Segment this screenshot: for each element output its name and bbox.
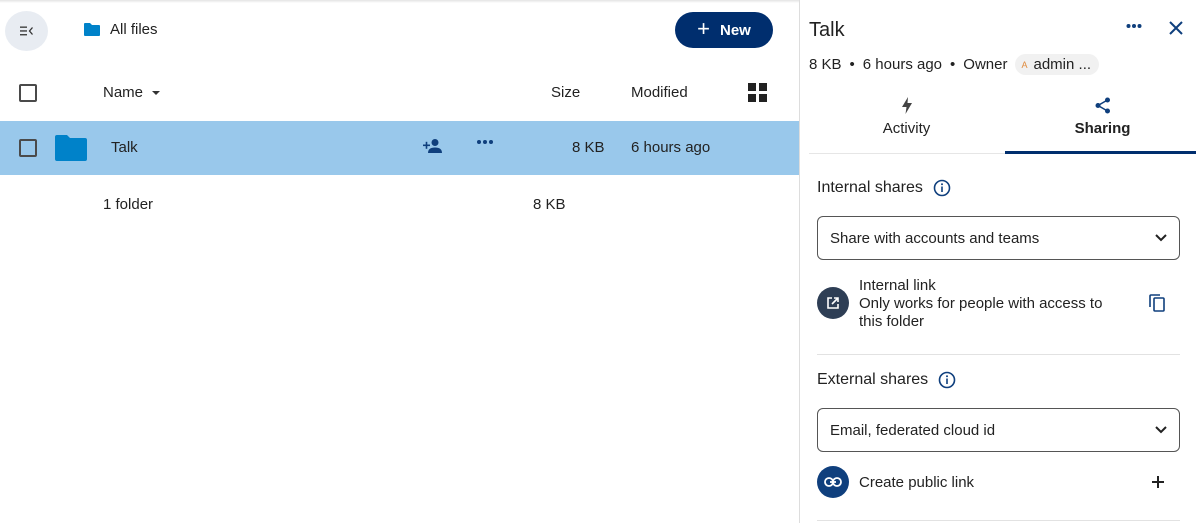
summary-count: 1 folder — [103, 196, 154, 213]
table-row[interactable]: Talk 8 KB 6 hours ago — [0, 121, 799, 175]
create-public-link-item[interactable]: Create public link — [817, 466, 974, 498]
meta-separator: • — [849, 56, 855, 73]
sidebar-meta: 8 KB • 6 hours ago • Owner A admin ... — [809, 54, 1100, 75]
meta-owner-label: Owner — [963, 56, 1008, 73]
tab-sharing-label: Sharing — [1074, 120, 1131, 137]
info-icon[interactable] — [938, 371, 956, 389]
tab-activity[interactable]: Activity — [809, 94, 1004, 154]
external-share-placeholder: Email, federated cloud id — [830, 421, 996, 439]
folder-icon — [84, 23, 100, 36]
external-shares-heading: External shares — [817, 371, 956, 389]
avatar: A — [1021, 59, 1028, 70]
file-size: 8 KB — [572, 139, 605, 156]
select-all-checkbox[interactable] — [19, 84, 37, 102]
section-divider — [817, 354, 1180, 355]
sort-descending-icon — [152, 90, 161, 95]
grid-view-icon[interactable] — [748, 83, 767, 102]
section-divider — [817, 520, 1180, 521]
column-header-name-label: Name — [103, 84, 144, 101]
folder-icon — [55, 135, 87, 161]
menu-collapse-icon — [19, 26, 33, 36]
internal-link-description: Only works for people with access to thi… — [859, 295, 1103, 330]
plus-icon[interactable] — [1151, 475, 1165, 489]
external-shares-title: External shares — [817, 371, 929, 388]
tab-activity-label: Activity — [882, 120, 931, 137]
owner-chip[interactable]: A admin ... — [1015, 54, 1100, 75]
internal-link-title: Internal link — [859, 277, 936, 294]
internal-shares-title: Internal shares — [817, 179, 923, 196]
column-header-size[interactable]: Size — [551, 84, 580, 101]
row-checkbox[interactable] — [19, 139, 37, 157]
owner-name: admin ... — [1033, 56, 1092, 73]
external-share-input[interactable]: Email, federated cloud id — [817, 408, 1180, 452]
breadcrumb[interactable]: All files — [83, 21, 158, 38]
column-header-modified[interactable]: Modified — [631, 84, 688, 101]
chevron-down-icon — [1155, 426, 1167, 434]
breadcrumb-label: All files — [110, 21, 158, 38]
info-icon[interactable] — [933, 179, 951, 197]
table-header: Name Size Modified — [0, 70, 799, 116]
share-user-icon[interactable] — [423, 138, 444, 154]
details-sidebar: Talk 8 KB • 6 hours ago • Owner A admin … — [799, 0, 1196, 523]
internal-link-item: Internal link Only works for people with… — [817, 277, 1129, 331]
meta-size: 8 KB — [809, 56, 842, 73]
internal-share-placeholder: Share with accounts and teams — [830, 229, 1040, 247]
file-name[interactable]: Talk — [111, 139, 138, 156]
sidebar-title: Talk — [809, 19, 845, 41]
internal-link-text: Internal link Only works for people with… — [859, 277, 1129, 331]
column-header-name[interactable]: Name — [103, 84, 161, 101]
close-icon[interactable] — [1169, 21, 1183, 35]
meta-separator: • — [950, 56, 956, 73]
meta-time: 6 hours ago — [862, 56, 943, 73]
link-icon — [817, 466, 849, 498]
tab-sharing[interactable]: Sharing — [1005, 94, 1196, 154]
summary-size: 8 KB — [533, 196, 566, 213]
new-button-label: New — [720, 21, 751, 39]
lightning-icon — [901, 97, 912, 114]
external-link-icon — [817, 287, 849, 319]
more-actions-icon[interactable] — [476, 139, 494, 145]
copy-icon[interactable] — [1149, 293, 1165, 312]
more-actions-icon[interactable] — [1126, 23, 1142, 29]
share-icon — [1095, 97, 1110, 114]
table-summary: 1 folder 8 KB — [0, 178, 799, 232]
navigation-toggle-button[interactable] — [5, 11, 48, 51]
internal-shares-heading: Internal shares — [817, 179, 951, 197]
chevron-down-icon — [1155, 234, 1167, 242]
internal-share-input[interactable]: Share with accounts and teams — [817, 216, 1180, 260]
file-modified: 6 hours ago — [631, 139, 711, 156]
create-public-link-label: Create public link — [859, 473, 975, 491]
new-button[interactable]: + New — [675, 12, 773, 48]
files-list-area: All files + New Name Size Modified Talk — [0, 0, 799, 523]
plus-icon: + — [697, 16, 710, 41]
sidebar-tabs: Activity Sharing — [809, 94, 1196, 154]
